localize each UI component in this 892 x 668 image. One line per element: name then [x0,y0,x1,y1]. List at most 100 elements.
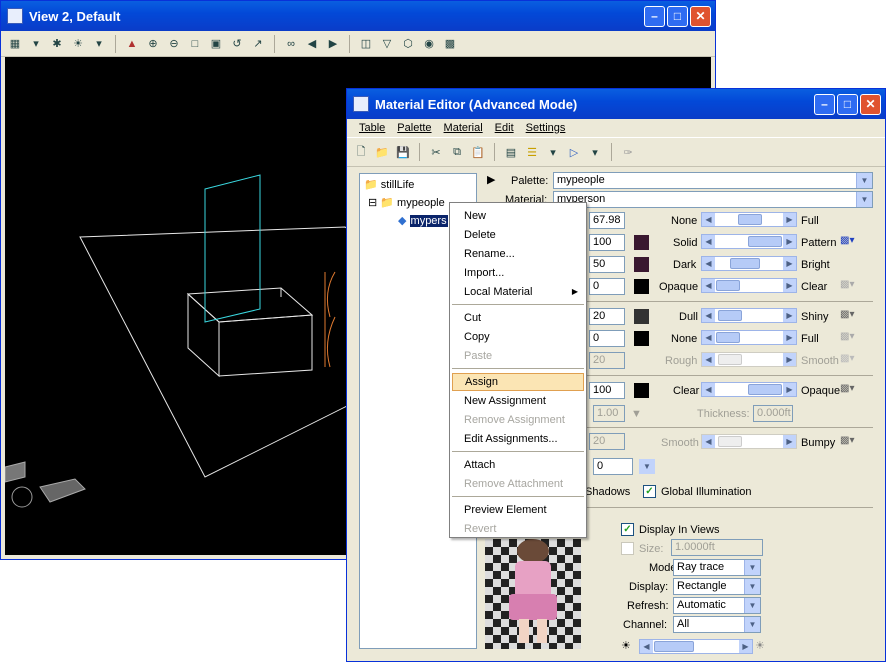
cut-icon[interactable]: ✂ [428,144,444,160]
dropdown-icon[interactable]: ▾ [545,144,561,160]
view-titlebar[interactable]: View 2, Default – □ ✕ [1,1,715,31]
slider-1[interactable]: ◀ ▶ [701,212,797,227]
slider-3[interactable]: ◀ ▶ [701,256,797,271]
menu-settings[interactable]: Settings [526,122,566,134]
menu-edit[interactable]: Edit [495,122,514,134]
collapse-icon[interactable]: ⊟ [368,197,377,209]
pattern-map-icon[interactable]: ▩▾ [840,235,855,250]
open-icon[interactable]: 📁 [374,144,390,160]
editor-titlebar[interactable]: Material Editor (Advanced Mode) – □ ✕ [347,89,885,119]
expand-arrow-icon[interactable]: ▶ [487,173,495,187]
clear-map-icon[interactable]: ▩▾ [840,279,855,294]
menu-item-delete[interactable]: Delete [452,226,584,244]
menu-item-new[interactable]: New [452,207,584,225]
menu-item-local-material[interactable]: Local Material ▶ [452,283,584,301]
pick-material-icon[interactable]: ✑ [620,144,636,160]
layers-icon[interactable]: ☰ [524,144,540,160]
opacity-swatch[interactable] [634,279,649,294]
reflect-map-icon[interactable]: ▩▾ [840,331,855,346]
menu-item-edit-assignments[interactable]: Edit Assignments... [452,430,584,448]
paste-icon[interactable]: 📋 [470,144,486,160]
material-select[interactable]: myperson ▼ [553,191,873,208]
dropdown-icon[interactable]: ▾ [91,36,107,52]
copy-icon[interactable]: ⧉ [449,144,465,160]
slider-9: ◀ ▶ [701,434,797,449]
display-select[interactable]: Rectangle ▼ [673,578,761,595]
pattern-swatch[interactable] [634,235,649,250]
tree-item-palette[interactable]: ⊟ 📁 mypeople [368,196,445,210]
palette-select[interactable]: mypeople ▼ [553,172,873,189]
slider-8[interactable]: ◀ ▶ [701,382,797,397]
prop-value-8[interactable]: 100 [589,382,625,399]
window-area-icon[interactable]: □ [187,36,203,52]
zoom-out-icon[interactable]: ⊖ [166,36,182,52]
menu-item-new-assignment[interactable]: New Assignment [452,392,584,410]
fit-view-icon[interactable]: ▣ [208,36,224,52]
maximize-button[interactable]: □ [837,93,858,115]
slider-2[interactable]: ◀ ▶ [701,234,797,249]
glow-field[interactable]: 0 [593,458,633,475]
menu-item-attach[interactable]: Attach [452,456,584,474]
copy-view-icon[interactable]: ◫ [358,36,374,52]
lighting-icon[interactable]: ☀ [70,36,86,52]
opacity-map-icon[interactable]: ▩▾ [840,383,855,398]
rotate-icon[interactable]: ↺ [229,36,245,52]
menu-palette[interactable]: Palette [397,122,431,134]
glow-dropdown-icon[interactable]: ▼ [639,459,655,474]
assign-icon[interactable]: ▷ [566,144,582,160]
menu-item-cut[interactable]: Cut [452,309,584,327]
minimize-button[interactable]: – [644,5,665,27]
menu-item-import[interactable]: Import... [452,264,584,282]
shiny-map-icon[interactable]: ▩▾ [840,309,855,324]
slider-4[interactable]: ◀ ▶ [701,278,797,293]
channel-select[interactable]: All ▼ [673,616,761,633]
display-in-views-checkbox[interactable]: ✓ [621,523,634,536]
brightness-swatch[interactable] [634,257,649,272]
preview-brightness-slider[interactable]: ◀ ▶ [639,639,753,654]
menu-item-rename[interactable]: Rename... [452,245,584,263]
previous-view-icon[interactable]: ◀ [304,36,320,52]
view-attributes-icon[interactable]: ▦ [7,36,23,52]
dropdown-icon[interactable]: ▾ [587,144,603,160]
bump-map-icon[interactable]: ▩▾ [840,435,855,450]
camera-icon[interactable]: ◉ [421,36,437,52]
close-button[interactable]: ✕ [690,5,711,27]
prop-value-1[interactable]: 67.98 [589,212,625,229]
prop-value-2[interactable]: 100 [589,234,625,251]
dropdown-icon[interactable]: ▾ [28,36,44,52]
new-icon[interactable]: 🗋 [353,144,369,160]
tree-item-material[interactable]: ◆ mypers [398,214,448,228]
next-view-icon[interactable]: ▶ [325,36,341,52]
menu-material[interactable]: Material [444,122,483,134]
minimize-button[interactable]: – [814,93,835,115]
render-icon[interactable]: ▩ [442,36,458,52]
save-icon[interactable]: 💾 [395,144,411,160]
update-icon[interactable]: ▲ [124,36,140,52]
zoom-in-icon[interactable]: ⊕ [145,36,161,52]
mode-select[interactable]: Ray trace ▼ [673,559,761,576]
prop-value-4[interactable]: 0 [589,278,625,295]
menu-table[interactable]: Table [359,122,385,134]
pan-icon[interactable]: ↗ [250,36,266,52]
slider-5[interactable]: ◀ ▶ [701,308,797,323]
slider-6[interactable]: ◀ ▶ [701,330,797,345]
gi-checkbox[interactable]: ✓ [643,485,656,498]
maximize-button[interactable]: □ [667,5,688,27]
tree-item-root[interactable]: 📁 stillLife [364,178,414,192]
menu-item-preview-element[interactable]: Preview Element [452,501,584,519]
menu-item-assign[interactable]: Assign [452,373,584,391]
menu-item-copy[interactable]: Copy [452,328,584,346]
walk-icon[interactable]: ∞ [283,36,299,52]
close-button[interactable]: ✕ [860,93,881,115]
reflect-swatch[interactable] [634,331,649,346]
prop-value-5[interactable]: 20 [589,308,625,325]
clip-volume-icon[interactable]: ▽ [379,36,395,52]
display-style-icon[interactable]: ✱ [49,36,65,52]
refresh-select[interactable]: Automatic ▼ [673,597,761,614]
view-display-icon[interactable]: ⬡ [400,36,416,52]
prop-value-6[interactable]: 0 [589,330,625,347]
prop-value-3[interactable]: 50 [589,256,625,273]
specular-swatch[interactable] [634,309,649,324]
transparency-swatch[interactable] [634,383,649,398]
properties-icon[interactable]: ▤ [503,144,519,160]
